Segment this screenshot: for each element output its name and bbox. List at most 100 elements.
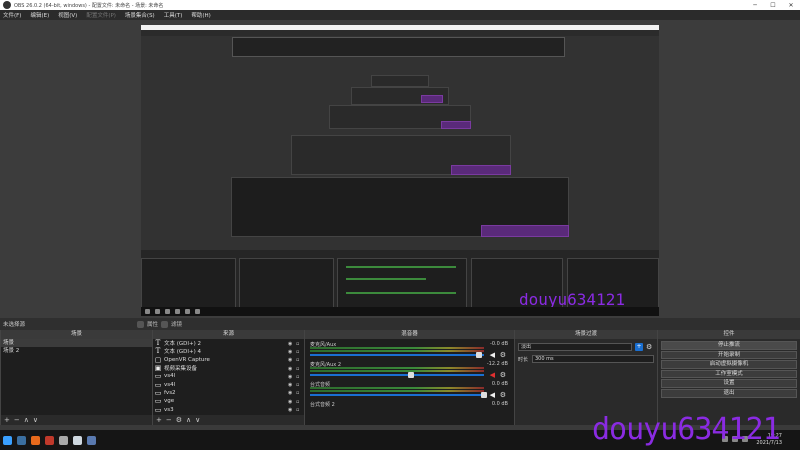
mixer-track: 台式音频 0.0 dB ◀ ⚙ (307, 381, 512, 401)
track-db: -12.2 dB (486, 361, 508, 367)
remove-scene-button[interactable]: − (14, 416, 20, 424)
scenes-list: 场景 场景 2 (1, 339, 152, 415)
move-up-button[interactable]: ∧ (186, 416, 191, 424)
minimize-button[interactable]: ─ (746, 0, 764, 10)
controls-title: 控件 (658, 330, 800, 339)
source-item[interactable]: ▭ vge ◉ ▫ (153, 397, 304, 405)
source-item[interactable]: ▭ vs4l ◉ ▫ (153, 380, 304, 389)
source-settings-icon[interactable]: ⚙ (176, 416, 182, 424)
stop-streaming-button[interactable]: 停止推流 (661, 341, 797, 350)
taskbar-app[interactable] (14, 430, 28, 450)
lock-icon[interactable]: ▫ (296, 382, 302, 388)
exit-button[interactable]: 退出 (661, 388, 797, 398)
nested-watermark (441, 121, 471, 129)
taskbar-app[interactable] (84, 430, 98, 450)
volume-slider-handle[interactable] (481, 392, 487, 398)
eye-icon[interactable]: ◉ (288, 382, 294, 388)
nested-watermark (451, 165, 511, 175)
remove-source-button[interactable]: − (166, 416, 172, 424)
properties-button[interactable]: 属性 (147, 320, 158, 328)
menu-tools[interactable]: 工具(T) (164, 11, 183, 19)
gear-icon[interactable]: ⚙ (500, 391, 506, 399)
taskbar-app[interactable] (70, 430, 84, 450)
eye-icon[interactable]: ◉ (288, 407, 294, 413)
nested-app-icon (175, 309, 180, 314)
preview-area[interactable]: douyu634121 (0, 20, 800, 318)
nested-app-icon (165, 309, 170, 314)
muted-speaker-icon[interactable]: ◀ (490, 371, 495, 379)
gear-icon[interactable]: ⚙ (646, 343, 654, 351)
eye-icon[interactable]: ◉ (288, 390, 294, 396)
start-virtual-camera-button[interactable]: 启动虚拟摄像机 (661, 360, 797, 369)
start-recording-button[interactable]: 开始录制 (661, 350, 797, 360)
volume-slider[interactable] (310, 354, 484, 356)
scene-item[interactable]: 场景 2 (1, 347, 152, 355)
gear-icon[interactable]: ⚙ (500, 351, 506, 359)
preview-canvas[interactable]: douyu634121 (141, 25, 659, 316)
duration-label: 时长 (518, 356, 529, 363)
source-item[interactable]: ▣ 视频采集设备 ◉ ▫ (153, 364, 304, 372)
menu-edit[interactable]: 编辑(E) (30, 11, 49, 19)
volume-slider-handle[interactable] (407, 372, 414, 378)
menu-file[interactable]: 文件(F) (3, 11, 21, 19)
volume-slider-handle[interactable] (475, 352, 482, 358)
add-source-button[interactable]: + (156, 416, 162, 424)
lock-icon[interactable]: ▫ (296, 407, 302, 413)
gear-icon[interactable] (137, 320, 145, 328)
windows-icon (2, 435, 12, 445)
studio-mode-button[interactable]: 工作室模式 (661, 369, 797, 379)
source-item[interactable]: ▭ fvs2 ◉ ▫ (153, 389, 304, 397)
add-scene-button[interactable]: + (4, 416, 10, 424)
filters-button[interactable]: 滤镜 (171, 320, 182, 328)
source-item[interactable]: ▢ OpenVR Capture ◉ ▫ (153, 356, 304, 364)
menu-help[interactable]: 帮助(H) (191, 11, 210, 19)
move-up-button[interactable]: ∧ (24, 416, 29, 424)
menu-view[interactable]: 视图(V) (58, 11, 77, 19)
taskbar-app[interactable] (28, 430, 42, 450)
close-button[interactable]: ✕ (782, 0, 800, 10)
lock-icon[interactable]: ▫ (296, 349, 302, 355)
nested-preview (232, 37, 565, 57)
add-transition-button[interactable]: + (635, 343, 643, 351)
maximize-button[interactable]: ☐ (764, 0, 782, 10)
settings-button[interactable]: 设置 (661, 379, 797, 388)
eye-icon[interactable]: ◉ (288, 357, 294, 363)
gear-icon[interactable]: ⚙ (500, 371, 506, 379)
nested-tier (371, 75, 429, 87)
eye-icon[interactable]: ◉ (288, 366, 294, 372)
filter-icon[interactable] (161, 320, 169, 328)
source-item[interactable]: ▭ vs3 ◉ ▫ (153, 405, 304, 414)
firefox-icon (30, 435, 40, 445)
eye-icon[interactable]: ◉ (288, 341, 294, 347)
lock-icon[interactable]: ▫ (296, 366, 302, 372)
taskbar-app[interactable] (0, 430, 14, 450)
unreal-icon (72, 435, 82, 445)
eye-icon[interactable]: ◉ (288, 349, 294, 355)
lock-icon[interactable]: ▫ (296, 374, 302, 380)
volume-slider[interactable] (310, 394, 484, 396)
speaker-icon[interactable]: ◀ (490, 351, 495, 359)
source-item[interactable]: T 文本 (GDI+) 2 ◉ ▫ (153, 339, 304, 347)
move-down-button[interactable]: ∨ (195, 416, 200, 424)
level-meter (310, 370, 484, 372)
lock-icon[interactable]: ▫ (296, 399, 302, 405)
duration-input[interactable]: 300 ms (532, 355, 654, 363)
speaker-icon[interactable]: ◀ (490, 391, 495, 399)
nested-meter (346, 266, 456, 268)
menu-scene-collection[interactable]: 场景集合(S) (125, 11, 155, 19)
taskbar-app[interactable] (56, 430, 70, 450)
source-item[interactable]: T 文本 (GDI+) 4 ◉ ▫ (153, 347, 304, 355)
eye-icon[interactable]: ◉ (288, 374, 294, 380)
menu-profile[interactable]: 配置文件(P) (86, 11, 116, 19)
steam-icon (16, 435, 26, 445)
taskbar-app[interactable] (42, 430, 56, 450)
lock-icon[interactable]: ▫ (296, 341, 302, 347)
scene-item[interactable]: 场景 (1, 339, 152, 347)
move-down-button[interactable]: ∨ (33, 416, 38, 424)
lock-icon[interactable]: ▫ (296, 390, 302, 396)
lock-icon[interactable]: ▫ (296, 357, 302, 363)
eye-icon[interactable]: ◉ (288, 399, 294, 405)
volume-slider[interactable] (310, 374, 484, 376)
transition-select[interactable]: 淡出 (518, 343, 632, 351)
source-item[interactable]: ▭ vs4l ◉ ▫ (153, 372, 304, 380)
